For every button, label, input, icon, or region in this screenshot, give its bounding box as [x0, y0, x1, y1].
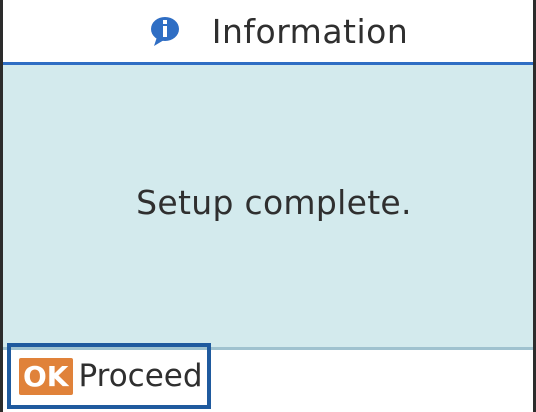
status-message: Setup complete. — [136, 182, 412, 222]
header-bar: Information — [3, 0, 533, 63]
page-title: Information — [211, 12, 409, 51]
proceed-label: Proceed — [78, 358, 203, 394]
header-content: Information — [148, 12, 409, 51]
proceed-button[interactable]: OK Proceed — [7, 343, 211, 409]
ok-key-badge: OK — [19, 357, 73, 395]
printer-lcd-screen: Information Setup complete. OK Proceed — [0, 0, 536, 412]
info-icon — [148, 15, 182, 49]
message-panel: Setup complete. — [3, 65, 533, 347]
